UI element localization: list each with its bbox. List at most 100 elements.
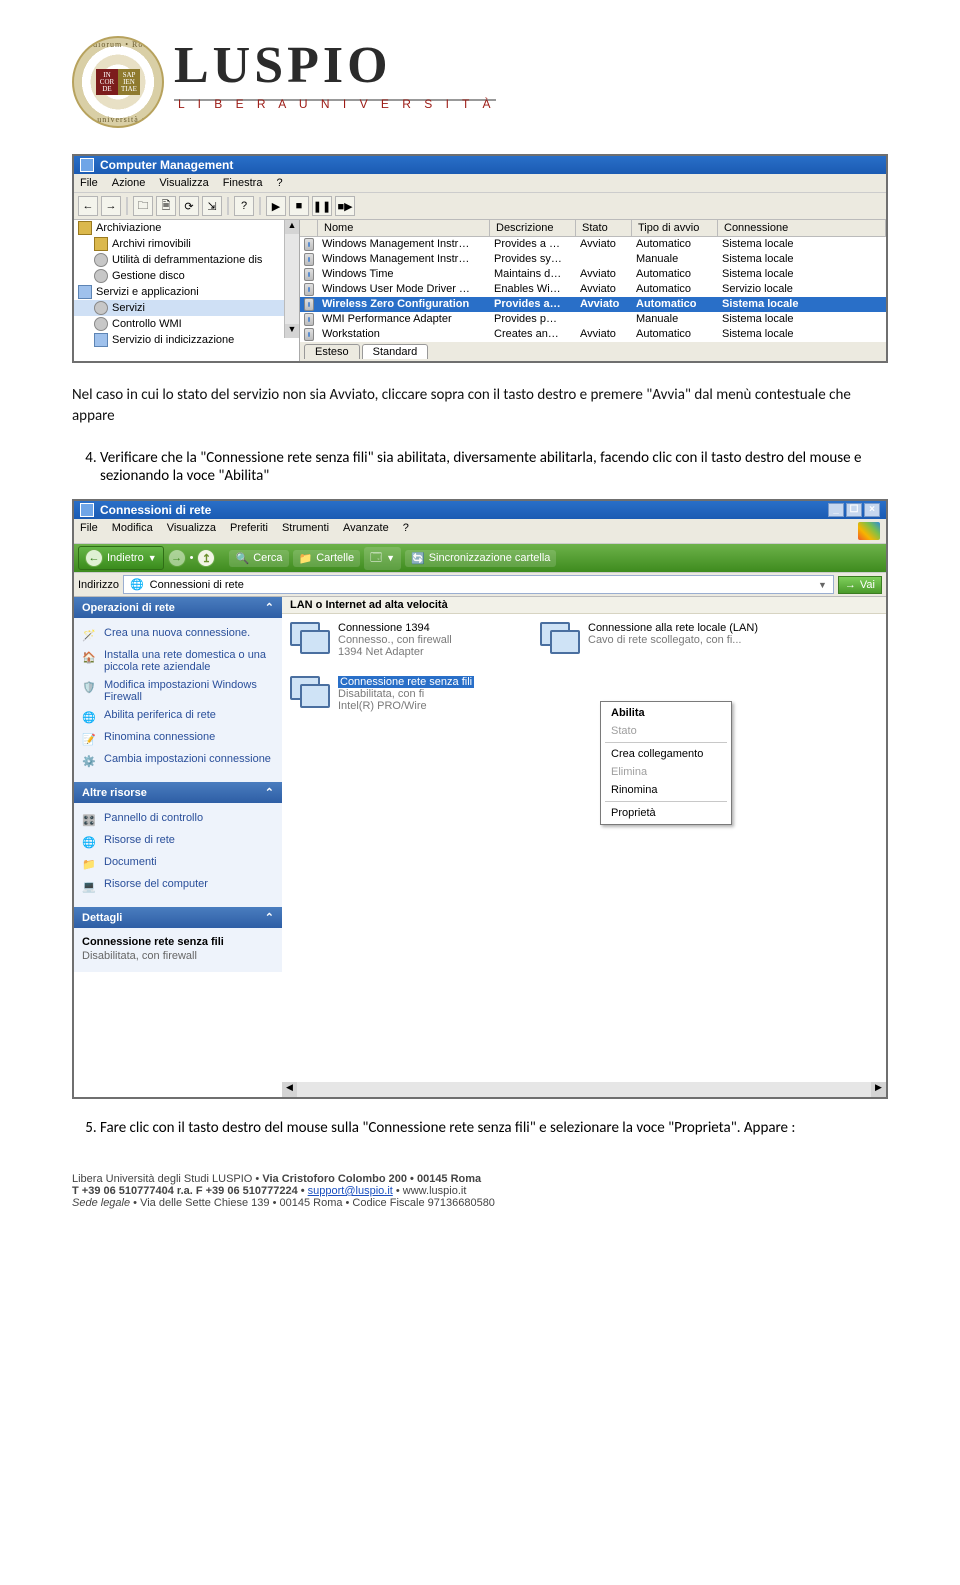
forward-icon[interactable]: →	[101, 196, 121, 216]
dropdown-icon[interactable]: ▼	[818, 580, 827, 590]
tree-item[interactable]: Servizio di indicizzazione	[74, 332, 284, 348]
folder-icon	[78, 221, 92, 235]
panel-ops-head[interactable]: Operazioni di rete⌃	[74, 597, 282, 618]
menu-strumenti[interactable]: Strumenti	[282, 522, 329, 540]
tree-item[interactable]: Archivi rimovibili	[74, 236, 284, 252]
connection-item[interactable]: Connessione 1394Connesso., con firewall1…	[290, 622, 530, 660]
col-stato[interactable]: Stato	[576, 220, 632, 237]
menu-azione[interactable]: Azione	[112, 177, 146, 189]
service-row[interactable]: Windows Management Instr…Provides sy…Man…	[300, 252, 886, 267]
service-row[interactable]: WMI Performance AdapterProvides p…Manual…	[300, 312, 886, 327]
task-item[interactable]: 🌐Abilita periferica di rete	[78, 706, 278, 728]
chevron-up-icon: ⌃	[265, 786, 274, 799]
university-seal: studiorum • Roma IN COR DE SAP IEN TIAE …	[72, 36, 164, 128]
menu-preferiti[interactable]: Preferiti	[230, 522, 268, 540]
search-button[interactable]: 🔍Cerca	[229, 550, 288, 567]
menu-finestra[interactable]: Finestra	[223, 177, 263, 189]
menu-visualizza[interactable]: Visualizza	[167, 522, 216, 540]
task-icon: 💻	[80, 878, 98, 894]
task-icon: 📝	[80, 731, 98, 747]
h-scrollbar[interactable]: ◀▶	[282, 1082, 886, 1097]
tree-item[interactable]: Servizi	[74, 300, 284, 316]
connection-item[interactable]: Connessione rete senza filiDisabilitata,…	[290, 676, 530, 714]
nc-main: LAN o Internet ad alta velocità Connessi…	[282, 597, 886, 1097]
col-nome[interactable]: Nome	[318, 220, 490, 237]
menu-visualizza[interactable]: Visualizza	[159, 177, 208, 189]
service-icon	[304, 328, 314, 341]
header-logo: studiorum • Roma IN COR DE SAP IEN TIAE …	[72, 36, 888, 128]
service-row[interactable]: Windows TimeMaintains d…AvviatoAutomatic…	[300, 267, 886, 282]
addr-value: Connessioni di rete	[150, 579, 244, 591]
min-button[interactable]: _	[828, 503, 844, 517]
menu-help[interactable]: ?	[403, 522, 409, 540]
back-button[interactable]: ←Indietro ▼	[78, 546, 164, 570]
menu-file[interactable]: File	[80, 522, 98, 540]
views-button[interactable]: 🗔▼	[364, 547, 401, 570]
task-item[interactable]: ⚙️Cambia impostazioni connessione	[78, 750, 278, 772]
seal-bot-text: • università •	[90, 115, 145, 124]
sync-button[interactable]: 🔄Sincronizzazione cartella	[405, 550, 556, 567]
task-item[interactable]: 📝Rinomina connessione	[78, 728, 278, 750]
help-icon[interactable]: ?	[234, 196, 254, 216]
restart-icon[interactable]: ■▶	[335, 196, 355, 216]
export-icon[interactable]: ⇲	[202, 196, 222, 216]
service-icon	[304, 268, 314, 281]
tree-item[interactable]: Gestione disco	[74, 268, 284, 284]
tree-item[interactable]: Controllo WMI	[74, 316, 284, 332]
up-icon[interactable]: ↥	[197, 549, 215, 567]
menu-modifica[interactable]: Modifica	[112, 522, 153, 540]
task-icon: 🏠	[80, 649, 98, 665]
cm-tree: ArchiviazioneArchivi rimovibiliUtilità d…	[74, 220, 300, 361]
ctx-proprieta[interactable]: Proprietà	[601, 804, 731, 822]
props-icon[interactable]: 🗎	[156, 196, 176, 216]
service-row[interactable]: Wireless Zero ConfigurationProvides a…Av…	[300, 297, 886, 312]
ctx-crea[interactable]: Crea collegamento	[601, 745, 731, 763]
tree-item[interactable]: Utilità di deframmentazione dis	[74, 252, 284, 268]
close-button[interactable]: ×	[864, 503, 880, 517]
panel-details-head[interactable]: Dettagli⌃	[74, 907, 282, 928]
service-icon	[304, 283, 314, 296]
max-button[interactable]: ☐	[846, 503, 862, 517]
menu-help[interactable]: ?	[276, 177, 282, 189]
tree-item[interactable]: Servizi e applicazioni	[74, 284, 284, 300]
folders-button[interactable]: 📁Cartelle	[293, 550, 361, 567]
service-row[interactable]: Windows User Mode Driver …Enables Wi…Avv…	[300, 282, 886, 297]
tab-standard[interactable]: Standard	[362, 344, 429, 359]
service-row[interactable]: WorkstationCreates an…AvviatoAutomaticoS…	[300, 327, 886, 342]
menu-file[interactable]: File	[80, 177, 98, 189]
tab-esteso[interactable]: Esteso	[304, 344, 360, 359]
go-button[interactable]: →Vai	[838, 576, 882, 594]
nc-window-title: Connessioni di rete	[100, 503, 211, 517]
addr-input[interactable]: 🌐 Connessioni di rete ▼	[123, 575, 834, 594]
panel-other-head[interactable]: Altre risorse⌃	[74, 782, 282, 803]
ctx-abilita[interactable]: Abilita	[601, 704, 731, 722]
connection-item[interactable]: Connessione alla rete locale (LAN)Cavo d…	[540, 622, 780, 660]
task-item[interactable]: 📁Documenti	[78, 853, 278, 875]
ctx-elimina: Elimina	[601, 763, 731, 781]
ctx-rinomina[interactable]: Rinomina	[601, 781, 731, 799]
task-item[interactable]: 🪄Crea una nuova connessione.	[78, 624, 278, 646]
nc-titlebar: Connessioni di rete _ ☐ ×	[74, 501, 886, 519]
pause-icon[interactable]: ❚❚	[312, 196, 332, 216]
support-email-link[interactable]: support@luspio.it	[308, 1185, 393, 1197]
service-icon	[304, 298, 314, 311]
back-icon[interactable]: ←	[78, 196, 98, 216]
tree-item[interactable]: Archiviazione	[74, 220, 284, 236]
col-desc[interactable]: Descrizione	[490, 220, 576, 237]
nc-toolbar: ←Indietro ▼ → • ↥ 🔍Cerca 📁Cartelle 🗔▼ 🔄S…	[74, 544, 886, 572]
col-conn[interactable]: Connessione	[718, 220, 886, 237]
play-icon[interactable]: ▶	[266, 196, 286, 216]
task-item[interactable]: 🏠Installa una rete domestica o una picco…	[78, 646, 278, 676]
col-tipo[interactable]: Tipo di avvio	[632, 220, 718, 237]
task-item[interactable]: 🌐Risorse di rete	[78, 831, 278, 853]
service-row[interactable]: Windows Management Instr…Provides a …Avv…	[300, 237, 886, 252]
task-item[interactable]: 💻Risorse del computer	[78, 875, 278, 897]
up-icon[interactable]: 🗀	[133, 196, 153, 216]
task-item[interactable]: 🛡️Modifica impostazioni Windows Firewall	[78, 676, 278, 706]
task-item[interactable]: 🎛️Pannello di controllo	[78, 809, 278, 831]
refresh-icon[interactable]: ⟳	[179, 196, 199, 216]
tree-scrollbar[interactable]: ▲▼	[284, 220, 299, 338]
stop-icon[interactable]: ■	[289, 196, 309, 216]
menu-avanzate[interactable]: Avanzate	[343, 522, 389, 540]
forward-icon[interactable]: →	[168, 549, 186, 567]
